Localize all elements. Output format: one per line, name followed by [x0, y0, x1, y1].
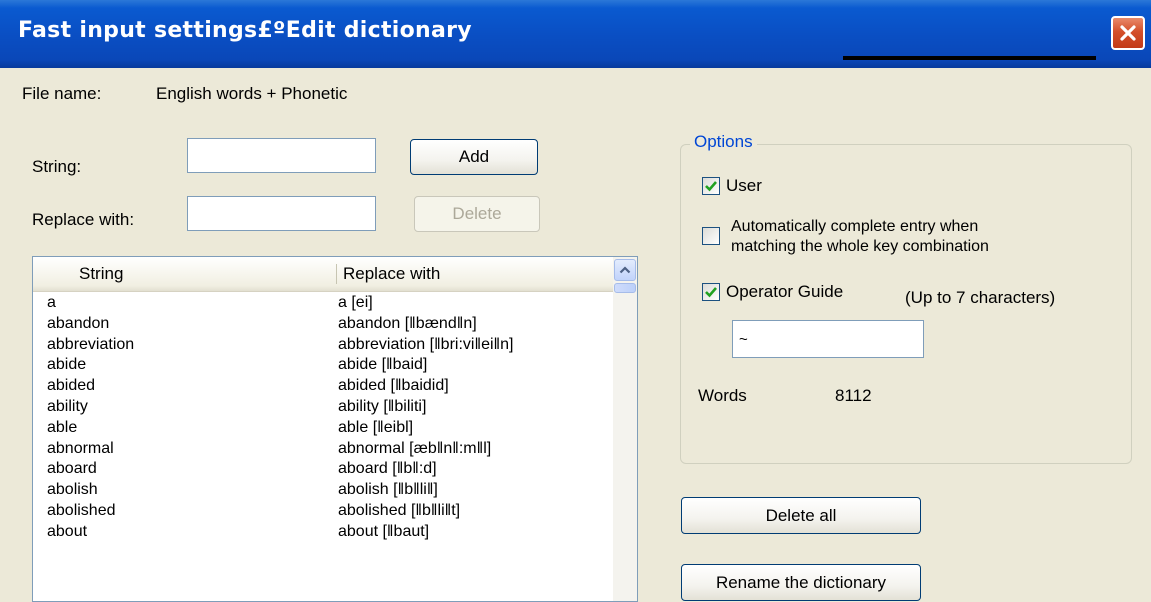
file-name-label: File name:: [22, 84, 102, 103]
rename-dictionary-button[interactable]: Rename the dictionary: [681, 564, 921, 601]
dictionary-list[interactable]: String Replace with aa [ei] abandon aband…: [32, 256, 638, 602]
column-header-replace-with[interactable]: Replace with: [343, 257, 440, 291]
operator-guide-note: (Up to 7 characters): [905, 288, 1056, 307]
window-title: Fast input settings£ºEdit dictionary: [18, 18, 472, 43]
row-replace: abolish [‖b‖li‖]: [338, 481, 438, 499]
words-label: Words: [698, 386, 747, 405]
row-replace: abandon [‖bænd‖n]: [338, 314, 477, 332]
add-button[interactable]: Add: [410, 139, 538, 175]
checkmark-icon: [705, 181, 717, 192]
list-row[interactable]: aboard aboard [‖b‖:d]: [33, 459, 613, 480]
list-row[interactable]: abided abided [‖baidid]: [33, 376, 613, 397]
operator-guide-label[interactable]: Operator Guide: [726, 282, 843, 302]
list-row[interactable]: a a [ei]: [33, 293, 613, 314]
scroll-up-button[interactable]: [614, 259, 636, 281]
column-divider[interactable]: [336, 264, 337, 284]
row-replace: abide [‖baid]: [338, 356, 428, 374]
chevron-up-icon: [619, 266, 631, 274]
string-label: String:: [32, 157, 82, 176]
row-replace: able [‖eibl]: [338, 418, 414, 436]
list-header: String Replace with: [33, 257, 613, 292]
list-row[interactable]: able able [‖eibl]: [33, 418, 613, 439]
list-row[interactable]: ability ability [‖biliti]: [33, 397, 613, 418]
options-title: Options: [690, 132, 757, 152]
close-icon: [1120, 25, 1136, 41]
auto-complete-label-line1: Automatically complete entry when: [731, 218, 979, 235]
list-row[interactable]: abolished abolished [‖b‖li‖t]: [33, 501, 613, 522]
replace-with-input[interactable]: [187, 196, 376, 231]
row-string: abnormal: [47, 439, 114, 457]
user-label[interactable]: User: [726, 176, 762, 196]
auto-complete-checkbox[interactable]: [702, 227, 720, 245]
operator-guide-checkbox[interactable]: [702, 283, 720, 301]
column-header-string[interactable]: String: [79, 257, 123, 291]
checkmark-icon: [705, 287, 717, 298]
list-row[interactable]: abnormal abnormal [æb‖n‖:m‖l]: [33, 439, 613, 460]
auto-complete-label-line2: matching the whole key combination: [731, 238, 989, 255]
delete-button[interactable]: Delete: [414, 196, 540, 232]
row-string: abolished: [47, 501, 116, 519]
list-row[interactable]: abolish abolish [‖b‖li‖]: [33, 480, 613, 501]
row-replace: abbreviation [‖bri:vi‖ei‖n]: [338, 335, 514, 353]
row-replace: ability [‖biliti]: [338, 397, 427, 415]
row-replace: a [ei]: [338, 294, 373, 311]
row-replace: about [‖baut]: [338, 522, 430, 540]
file-name-value: English words + Phonetic: [156, 84, 348, 103]
auto-complete-label[interactable]: Automatically complete entry when matchi…: [731, 217, 989, 257]
row-replace: abnormal [æb‖n‖:m‖l]: [338, 439, 492, 457]
list-rows: a a [ei] abandon abandon [‖bænd‖n] abbrevi…: [33, 293, 613, 543]
row-replace: abolished [‖b‖li‖t]: [338, 501, 461, 519]
scroll-thumb[interactable]: [614, 283, 636, 293]
row-string: abide: [47, 356, 87, 374]
list-row[interactable]: abbreviation abbreviation [‖bri:vi‖ei‖n]: [33, 335, 613, 356]
close-button[interactable]: [1111, 16, 1145, 50]
delete-all-button[interactable]: Delete all: [681, 497, 921, 534]
string-input[interactable]: [187, 138, 376, 173]
row-string: abbreviation: [47, 335, 135, 353]
list-row[interactable]: about about [‖baut]: [33, 522, 613, 543]
row-string: able: [47, 418, 78, 436]
user-checkbox[interactable]: [702, 177, 720, 195]
operator-guide-input[interactable]: [732, 320, 924, 358]
row-string: ability: [47, 397, 88, 415]
row-string: a: [47, 294, 56, 311]
list-scrollbar[interactable]: [613, 257, 637, 601]
row-replace: aboard [‖b‖:d]: [338, 460, 437, 478]
row-string: abided: [47, 377, 96, 395]
list-row[interactable]: abide abide [‖baid]: [33, 355, 613, 376]
row-string: aboard: [47, 460, 97, 478]
list-row[interactable]: abandon abandon [‖bænd‖n]: [33, 314, 613, 335]
row-string: abolish: [47, 481, 98, 499]
row-replace: abided [‖baidid]: [338, 377, 449, 395]
row-string: about: [47, 522, 88, 540]
replace-with-label: Replace with:: [32, 210, 135, 229]
row-string: abandon: [47, 314, 110, 332]
words-count: 8112: [835, 386, 872, 405]
title-divider: [843, 56, 1096, 60]
edit-dictionary-window: Fast input settings£ºEdit dictionary Fil…: [0, 0, 1151, 602]
